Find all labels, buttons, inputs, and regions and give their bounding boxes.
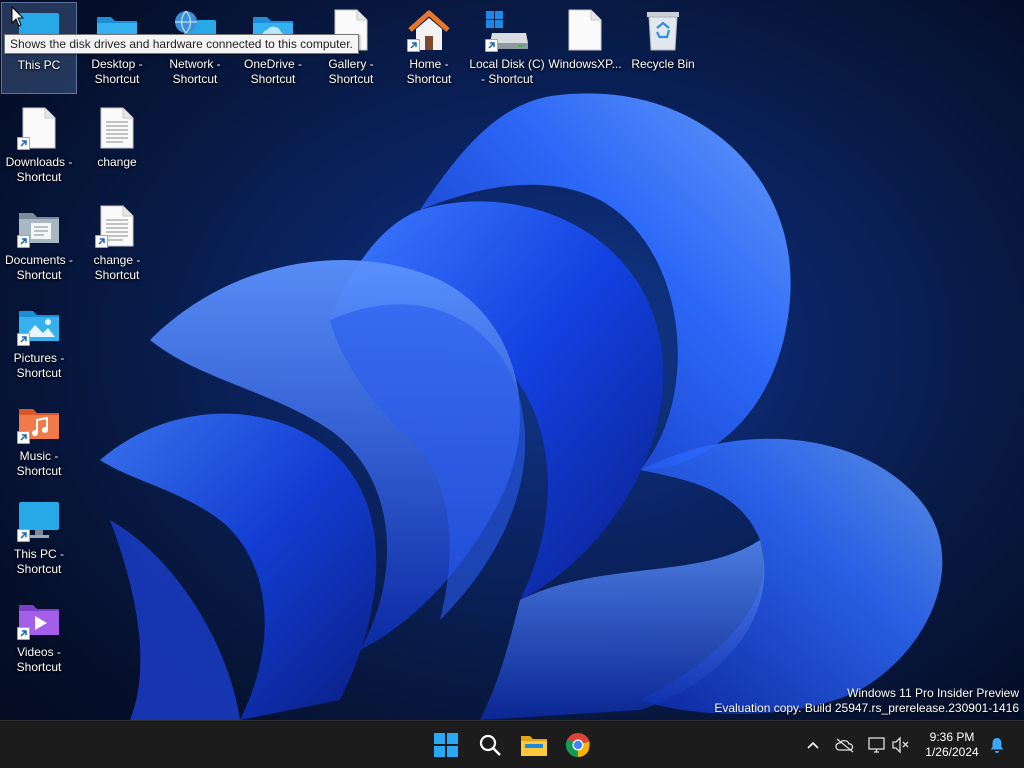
blank-file-icon [15, 104, 63, 152]
clock-date: 1/26/2024 [925, 745, 979, 759]
monitor-icon [15, 496, 63, 544]
evaluation-watermark: Windows 11 Pro Insider Preview Evaluatio… [714, 686, 1019, 716]
blank-file-icon [561, 6, 609, 54]
desktop-icon-label: Home - [409, 57, 449, 71]
shortcut-arrow-icon [17, 627, 30, 640]
shortcut-arrow-icon [485, 39, 498, 52]
search-button[interactable] [470, 725, 510, 765]
desktop-icon-label: Shortcut [406, 72, 452, 86]
start-icon [434, 733, 458, 757]
recycle-bin-icon [639, 6, 687, 54]
desktop-icon-label: Local Disk (C) [469, 57, 545, 71]
taskbar-clock[interactable]: 9:36 PM 1/26/2024 [916, 730, 988, 760]
desktop-icon-label: Videos - [17, 645, 61, 659]
desktop-icon-label: Shortcut [16, 464, 62, 478]
pictures-folder-icon [15, 300, 63, 348]
shortcut-arrow-icon [17, 529, 30, 542]
notifications-button[interactable] [985, 733, 1009, 757]
chevron-up-icon [807, 741, 819, 749]
network-tray-button[interactable] [865, 733, 889, 757]
taskbar: 9:36 PM 1/26/2024 [0, 720, 1024, 768]
documents-folder-icon [15, 202, 63, 250]
desktop-icon-this-pc-shortcut[interactable]: This PC - Shortcut [1, 492, 77, 584]
music-folder-icon [15, 398, 63, 446]
desktop-icon-label: Shortcut [94, 72, 140, 86]
onedrive-tray-button[interactable] [833, 733, 857, 757]
desktop-icon-label: Recycle Bin [631, 57, 695, 71]
file-explorer-button[interactable] [514, 725, 554, 765]
mouse-cursor-icon [11, 6, 25, 27]
desktop-icon-label: Shortcut [172, 72, 218, 86]
desktop-icon-change[interactable]: change [79, 100, 155, 192]
desktop-icon-label: Shortcut [16, 170, 62, 184]
desktop-icon-label: Downloads - [5, 155, 73, 169]
shortcut-arrow-icon [17, 235, 30, 248]
show-hidden-icons-button[interactable] [801, 733, 825, 757]
desktop-icon-home-shortcut[interactable]: Home - Shortcut [391, 2, 467, 94]
onedrive-offline-icon [835, 738, 854, 753]
watermark-line-2: Evaluation copy. Build 25947.rs_prerelea… [714, 701, 1019, 715]
desktop-icon-label: Pictures - [13, 351, 65, 365]
desktop-icon-videos-shortcut[interactable]: Videos - Shortcut [1, 590, 77, 682]
desktop-icon-music-shortcut[interactable]: Music - Shortcut [1, 394, 77, 486]
desktop-icon-label: Music - [19, 449, 59, 463]
shortcut-arrow-icon [17, 431, 30, 444]
desktop-icon-label: Desktop - [91, 57, 143, 71]
desktop-icon-label: Shortcut [16, 366, 62, 380]
clock-time: 9:36 PM [929, 730, 975, 744]
desktop-icon-label: change [97, 155, 137, 169]
desktop-icon-label: - Shortcut [480, 72, 534, 86]
desktop-icon-documents-shortcut[interactable]: Documents - Shortcut [1, 198, 77, 290]
videos-folder-icon [15, 594, 63, 642]
volume-muted-icon [892, 736, 909, 754]
desktop-icon-label: Gallery - [328, 57, 374, 71]
shortcut-arrow-icon [407, 39, 420, 52]
desktop-icon-local-disk-shortcut[interactable]: Local Disk (C) - Shortcut [469, 2, 545, 94]
desktop-icon-label: OneDrive - [243, 57, 302, 71]
tooltip: Shows the disk drives and hardware conne… [4, 34, 359, 54]
start-button[interactable] [426, 725, 466, 765]
desktop-icon-label: This PC [17, 58, 61, 72]
text-file-icon [93, 104, 141, 152]
chrome-icon [565, 733, 590, 757]
desktop-icon-label: Network - [169, 57, 221, 71]
notification-bell-icon [990, 738, 1004, 753]
desktop-icon-change-shortcut[interactable]: change - Shortcut [79, 198, 155, 290]
watermark-line-1: Windows 11 Pro Insider Preview [847, 686, 1019, 700]
desktop-icon-label: Shortcut [250, 72, 296, 86]
hard-drive-icon [483, 6, 531, 54]
text-file-icon [93, 202, 141, 250]
shortcut-arrow-icon [95, 235, 108, 248]
file-explorer-icon [521, 736, 547, 756]
desktop-icon-recycle-bin[interactable]: Recycle Bin [625, 2, 701, 94]
desktop-icon-label: Shortcut [328, 72, 374, 86]
desktop-icon-pictures-shortcut[interactable]: Pictures - Shortcut [1, 296, 77, 388]
shortcut-arrow-icon [17, 333, 30, 346]
desktop-icon-label: WindowsXP... [548, 57, 622, 71]
desktop-icon-windowsxp[interactable]: WindowsXP... [547, 2, 623, 94]
desktop-icon-label: Shortcut [16, 268, 62, 282]
network-icon [868, 737, 885, 753]
search-icon [479, 734, 501, 756]
desktop-icon-label: This PC - [13, 547, 64, 561]
desktop-icon-label: Shortcut [94, 268, 140, 282]
chrome-button[interactable] [558, 725, 598, 765]
home-icon [405, 6, 453, 54]
shortcut-arrow-icon [17, 137, 30, 150]
desktop-icon-label: change - [93, 253, 141, 267]
desktop-icon-label: Shortcut [16, 562, 62, 576]
volume-tray-button[interactable] [889, 733, 913, 757]
desktop-icon-downloads-shortcut[interactable]: Downloads - Shortcut [1, 100, 77, 192]
desktop-icon-label: Shortcut [16, 660, 62, 674]
desktop-icon-label: Documents - [4, 253, 74, 267]
